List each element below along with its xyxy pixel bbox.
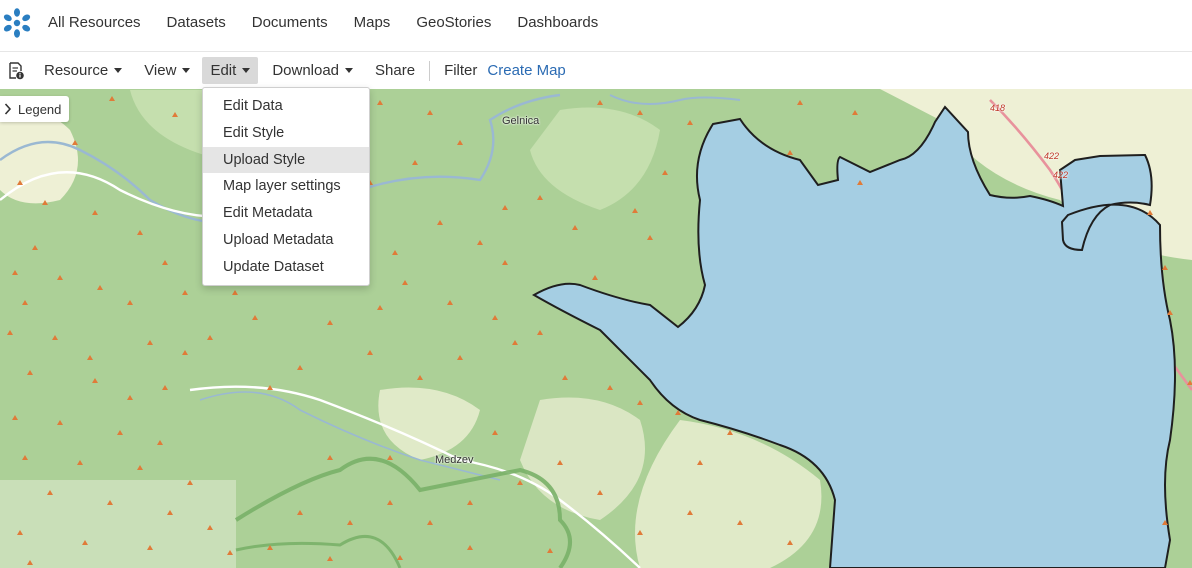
caret-down-icon [114, 68, 123, 73]
caret-down-icon [242, 68, 251, 73]
road-label: 422 [1044, 151, 1060, 161]
menu-item-map-layer-settings[interactable]: Map layer settings [203, 173, 369, 200]
caret-down-icon [182, 68, 191, 73]
place-label-medzev: Medzev [435, 454, 474, 466]
nav-links: All Resources Datasets Documents Maps Ge… [48, 14, 598, 31]
menu-item-upload-metadata[interactable]: Upload Metadata [203, 227, 369, 254]
chevron-right-icon [4, 103, 12, 115]
create-map-label: Create Map [487, 62, 566, 79]
edit-dropdown-menu: Edit Data Edit Style Upload Style Map la… [202, 87, 370, 286]
edit-menu-label: Edit [210, 62, 237, 79]
resource-info-icon[interactable] [8, 61, 24, 80]
view-menu-label: View [144, 62, 177, 79]
resource-menu-label: Resource [44, 62, 109, 79]
nav-datasets[interactable]: Datasets [167, 14, 226, 31]
menu-item-update-dataset[interactable]: Update Dataset [203, 254, 369, 281]
geonode-logo-icon[interactable] [0, 6, 34, 40]
caret-down-icon [345, 68, 354, 73]
road-label: 418 [990, 103, 1006, 113]
resource-toolbar: Resource View Edit Download Share Filter… [0, 52, 1192, 89]
resource-menu-button[interactable]: Resource [36, 57, 130, 84]
create-map-link[interactable]: Create Map [485, 57, 573, 84]
edit-menu-button[interactable]: Edit [202, 57, 259, 84]
top-navigation: All Resources Datasets Documents Maps Ge… [0, 0, 1192, 52]
legend-toggle[interactable]: Legend [0, 96, 70, 122]
menu-item-upload-style[interactable]: Upload Style [203, 146, 369, 174]
menu-item-edit-style[interactable]: Edit Style [203, 120, 369, 147]
download-menu-button[interactable]: Download [264, 57, 361, 84]
legend-label: Legend [18, 101, 62, 117]
place-label-gelnica: Gelnica [502, 115, 540, 127]
view-menu-button[interactable]: View [136, 57, 198, 84]
filter-button[interactable]: Filter [436, 57, 485, 84]
road-label: 422 [1053, 170, 1069, 180]
menu-item-edit-data[interactable]: Edit Data [203, 93, 369, 120]
menu-item-edit-metadata[interactable]: Edit Metadata [203, 200, 369, 227]
share-label: Share [375, 62, 416, 79]
share-button[interactable]: Share [367, 57, 423, 84]
nav-all-resources[interactable]: All Resources [48, 14, 141, 31]
map-canvas[interactable] [0, 89, 1192, 568]
filter-label: Filter [444, 62, 478, 79]
map-viewer[interactable]: Gelnica Medzev 418 422 422 [0, 89, 1192, 568]
nav-documents[interactable]: Documents [252, 14, 328, 31]
toolbar-divider [429, 60, 431, 81]
nav-dashboards[interactable]: Dashboards [517, 14, 598, 31]
nav-geostories[interactable]: GeoStories [416, 14, 491, 31]
download-menu-label: Download [272, 62, 340, 79]
nav-maps[interactable]: Maps [354, 14, 391, 31]
